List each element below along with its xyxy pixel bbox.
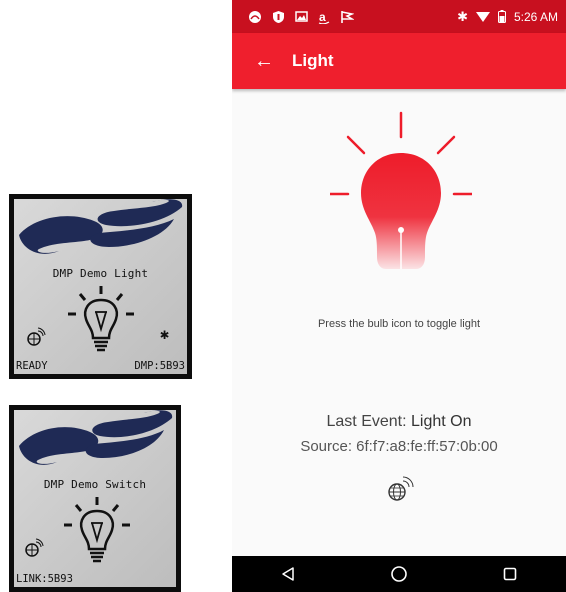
lcd-light-status-left: READY xyxy=(16,360,48,372)
wifi-icon xyxy=(475,11,490,22)
lcd-light-screen: DMP Demo Light ✱ READY DMP:5B93 xyxy=(14,199,187,374)
flag-icon xyxy=(341,10,354,23)
status-time: 5:26 AM xyxy=(513,9,558,24)
silicon-labs-logo xyxy=(19,199,183,254)
photo-icon xyxy=(295,11,308,22)
nav-home-button[interactable] xyxy=(379,556,419,592)
status-bar: a ✱ 5:26 AM xyxy=(232,0,566,33)
back-triangle-icon xyxy=(281,567,294,581)
nav-back-button[interactable] xyxy=(268,556,308,592)
last-event: Last Event: Light On xyxy=(232,413,566,431)
svg-text:a: a xyxy=(319,10,326,24)
lcd-light-status-right: DMP:5B93 xyxy=(134,360,185,372)
app-icon xyxy=(249,10,261,23)
lcd-switch-title: DMP Demo Switch xyxy=(43,478,147,491)
zigbee-network-icon xyxy=(388,476,414,501)
battery-icon xyxy=(497,10,506,23)
lcd-switch-status-left: LINK:5B93 xyxy=(16,573,73,585)
phone-screen: a ✱ 5:26 AM ← Light Press the bulb icon … xyxy=(232,0,566,592)
lcd-switch-display: DMP Demo Switch LINK:5B93 xyxy=(9,405,181,592)
lcd-zigbee-icon xyxy=(25,538,44,557)
light-bulb-toggle-button[interactable] xyxy=(330,105,472,290)
lcd-bulb-icon xyxy=(68,286,134,352)
silicon-labs-logo xyxy=(19,410,173,465)
back-arrow-icon[interactable]: ← xyxy=(254,50,282,73)
app-bar: ← Light xyxy=(232,33,566,89)
nav-recents-button[interactable] xyxy=(490,556,530,592)
lcd-bulb-icon xyxy=(64,497,130,563)
lcd-light-title: DMP Demo Light xyxy=(52,267,149,280)
lcd-light-display: DMP Demo Light ✱ READY DMP:5B93 xyxy=(9,194,192,379)
last-event-value: Light On xyxy=(411,413,472,430)
hint-text: Press the bulb icon to toggle light xyxy=(317,318,481,330)
lcd-bluetooth-icon: ✱ xyxy=(160,325,170,343)
nav-bar xyxy=(232,556,566,592)
recents-square-icon xyxy=(504,567,517,581)
home-circle-icon xyxy=(391,566,407,582)
lcd-zigbee-icon xyxy=(27,327,46,346)
lcd-switch-screen: DMP Demo Switch LINK:5B93 xyxy=(14,410,176,587)
page-title: Light xyxy=(292,51,334,70)
event-source: Source: 6f:f7:a8:fe:ff:57:0b:00 xyxy=(300,438,498,455)
last-event-label: Last Event: xyxy=(326,413,407,430)
bluetooth-icon: ✱ xyxy=(457,8,468,24)
amazon-icon: a xyxy=(318,10,330,24)
shield-icon xyxy=(273,10,284,23)
